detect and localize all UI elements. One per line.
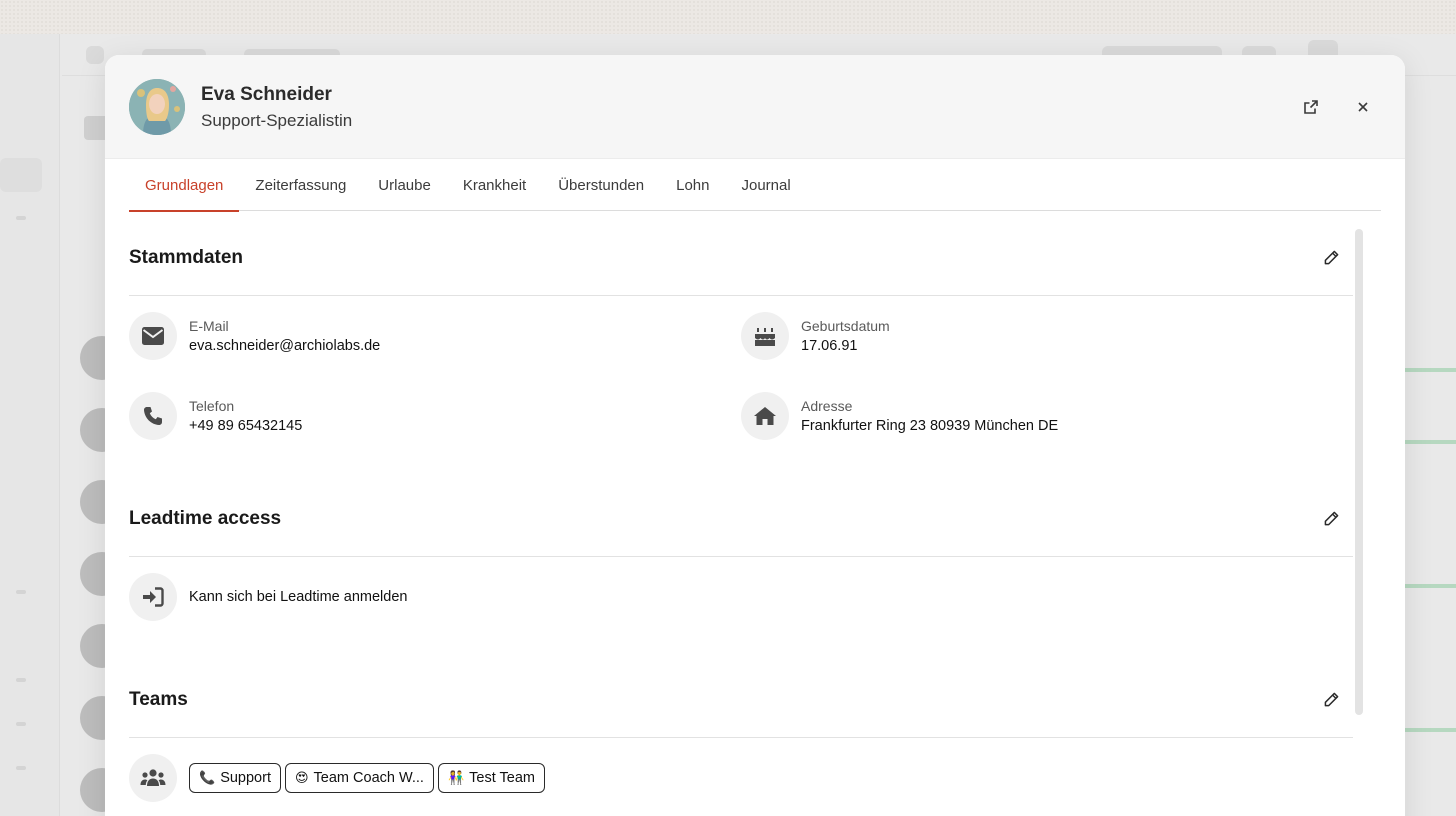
- background-sidebar: [0, 34, 60, 816]
- birthday-value: 17.06.91: [801, 338, 858, 354]
- birthday-icon-circle: [741, 312, 789, 360]
- section-divider: [129, 556, 1353, 557]
- phone-value: +49 89 65432145: [189, 418, 303, 434]
- employee-name: Eva Schneider: [201, 84, 332, 105]
- access-text: Kann sich bei Leadtime anmelden: [189, 589, 408, 605]
- birthday-label: Geburtsdatum: [801, 318, 890, 334]
- sign-in-icon: [143, 587, 164, 607]
- background-sidebar-marker: [16, 590, 26, 594]
- phone-icon: [144, 407, 162, 425]
- edit-access-button[interactable]: [1320, 507, 1342, 529]
- tab-urlaube[interactable]: Urlaube: [362, 160, 447, 211]
- address-label: Adresse: [801, 398, 853, 414]
- tab-grundlagen[interactable]: Grundlagen: [129, 160, 240, 212]
- employee-role: Support-Spezialistin: [201, 111, 353, 130]
- background-sidebar-marker: [16, 766, 26, 770]
- close-button[interactable]: [1351, 95, 1375, 119]
- email-icon-circle: [129, 312, 177, 360]
- background-progress: [1404, 584, 1456, 588]
- users-icon: [140, 769, 166, 786]
- team-chip-support[interactable]: 📞 Support: [189, 763, 281, 793]
- team-chips: 📞 Support 😍 Team Coach W... 👫 Test Team: [189, 763, 545, 793]
- open-external-button[interactable]: [1299, 95, 1323, 119]
- pencil-icon: [1324, 250, 1338, 264]
- team-chip-label: Support: [220, 770, 271, 786]
- section-divider: [129, 737, 1353, 738]
- background-sidebar-marker: [16, 722, 26, 726]
- tab-zeiterfassung[interactable]: Zeiterfassung: [239, 160, 362, 211]
- home-icon: [754, 407, 776, 425]
- close-icon: [1358, 102, 1368, 112]
- tab-ueberstunden[interactable]: Überstunden: [542, 160, 660, 211]
- address-icon-circle: [741, 392, 789, 440]
- tab-journal[interactable]: Journal: [725, 160, 806, 211]
- phone-icon-circle: [129, 392, 177, 440]
- background-progress: [1404, 368, 1456, 372]
- background-progress: [1404, 440, 1456, 444]
- section-divider: [129, 295, 1353, 296]
- employee-detail-modal: Eva Schneider Support-Spezialistin Grund…: [105, 55, 1405, 816]
- edit-teams-button[interactable]: [1320, 688, 1342, 710]
- tab-krankheit[interactable]: Krankheit: [447, 160, 542, 211]
- access-icon-circle: [129, 573, 177, 621]
- team-chip-team-coach[interactable]: 😍 Team Coach W...: [284, 763, 434, 793]
- couple-emoji-icon: 👫: [447, 770, 465, 785]
- background-back-button: [86, 46, 104, 64]
- address-value: Frankfurter Ring 23 80939 München DE: [801, 418, 1059, 434]
- envelope-icon: [142, 327, 164, 345]
- external-link-icon: [1304, 100, 1318, 114]
- background-sidebar-marker: [16, 678, 26, 682]
- email-value: eva.schneider@archiolabs.de: [189, 338, 381, 354]
- edit-stammdaten-button[interactable]: [1320, 246, 1342, 268]
- pencil-icon: [1324, 692, 1338, 706]
- teams-icon-circle: [129, 754, 177, 802]
- background-progress: [1404, 728, 1456, 732]
- team-chip-label: Test Team: [469, 770, 535, 786]
- pencil-icon: [1324, 511, 1338, 525]
- avatar: [129, 79, 185, 135]
- tab-bar: Grundlagen Zeiterfassung Urlaube Krankhe…: [129, 160, 1381, 212]
- section-title-teams: Teams: [129, 689, 188, 710]
- tab-lohn[interactable]: Lohn: [660, 160, 725, 211]
- phone-label: Telefon: [189, 398, 235, 414]
- heart-eyes-emoji-icon: 😍: [294, 770, 309, 785]
- section-title-access: Leadtime access: [129, 508, 282, 529]
- avatar-image: [129, 79, 185, 135]
- team-chip-test-team[interactable]: 👫 Test Team: [437, 763, 545, 793]
- desktop-strip: [0, 0, 1456, 34]
- background-sidebar-marker: [16, 216, 26, 220]
- scrollbar-track[interactable]: [1355, 229, 1363, 715]
- cake-icon: [755, 328, 775, 346]
- team-chip-label: Team Coach W...: [313, 770, 424, 786]
- email-label: E-Mail: [189, 318, 229, 334]
- modal-header: Eva Schneider Support-Spezialistin: [105, 55, 1405, 159]
- phone-emoji-icon: 📞: [199, 770, 216, 785]
- background-sidebar-item: [0, 158, 42, 192]
- section-title-stammdaten: Stammdaten: [129, 247, 244, 268]
